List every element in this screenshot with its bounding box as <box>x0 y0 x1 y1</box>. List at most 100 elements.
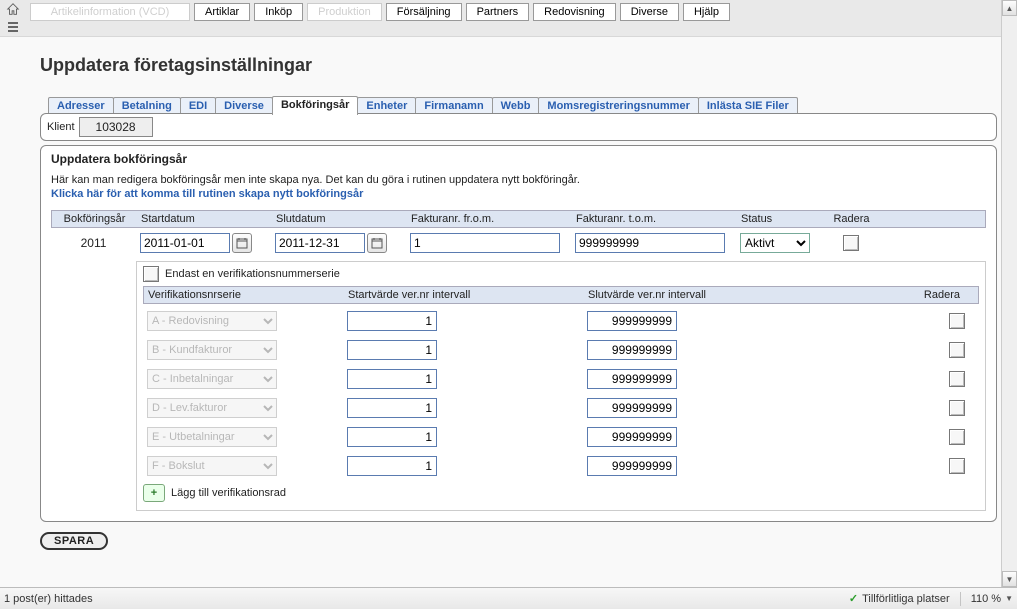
series-grid-header: Verifikationsnrserie Startvärde ver.nr i… <box>143 286 979 304</box>
col-invto: Fakturanr. t.o.m. <box>572 211 737 227</box>
add-series-icon[interactable]: + <box>143 484 165 502</box>
bokforingsar-panel: Uppdatera bokföringsår Här kan man redig… <box>40 145 997 522</box>
col-year: Bokföringsår <box>52 211 137 227</box>
series-start-input[interactable] <box>347 340 437 360</box>
tab-edi[interactable]: EDI <box>180 97 216 114</box>
menu-hjalp[interactable]: Hjälp <box>683 3 730 21</box>
status-zoom-label: 110 % <box>971 593 1001 605</box>
col-delete: Radera <box>819 211 884 227</box>
series-select: A - Redovisning <box>147 311 277 331</box>
status-trusted-sites[interactable]: ✓ Tillförlitliga platser <box>849 592 950 605</box>
series-start-input[interactable] <box>347 369 437 389</box>
series-start-input[interactable] <box>347 456 437 476</box>
series-row: D - Lev.fakturor <box>143 391 979 420</box>
scol-start: Startvärde ver.nr intervall <box>344 287 584 303</box>
delete-series-checkbox[interactable] <box>949 400 965 416</box>
tab-webb[interactable]: Webb <box>492 97 540 114</box>
scroll-up-icon[interactable]: ▲ <box>1002 0 1017 16</box>
col-status: Status <box>737 211 819 227</box>
tabstrip: Adresser Betalning EDI Diverse Bokföring… <box>40 96 997 114</box>
status-bar: 1 post(er) hittades ✓ Tillförlitliga pla… <box>0 587 1017 609</box>
series-select: E - Utbetalningar <box>147 427 277 447</box>
only-one-series-checkbox[interactable] <box>143 266 159 282</box>
menu-forsaljning[interactable]: Försäljning <box>386 3 462 21</box>
series-end-input[interactable] <box>587 398 677 418</box>
tab-sie[interactable]: Inlästa SIE Filer <box>698 97 798 114</box>
scroll-down-icon[interactable]: ▼ <box>1002 571 1017 587</box>
series-select: C - Inbetalningar <box>147 369 277 389</box>
tab-adresser[interactable]: Adresser <box>48 97 114 114</box>
top-toolbar: Artikelinformation (VCD) Artiklar Inköp … <box>0 0 1017 37</box>
enddate-calendar-icon[interactable] <box>367 233 387 253</box>
series-row: B - Kundfakturor <box>143 333 979 362</box>
invfrom-input[interactable] <box>410 233 560 253</box>
delete-series-checkbox[interactable] <box>949 313 965 329</box>
status-record-count: 1 post(er) hittades <box>4 593 93 605</box>
menu-produktion: Produktion <box>307 3 382 21</box>
tab-betalning[interactable]: Betalning <box>113 97 181 114</box>
vertical-scrollbar[interactable]: ▲ ▼ <box>1001 0 1017 587</box>
series-select: B - Kundfakturor <box>147 340 277 360</box>
series-row: C - Inbetalningar <box>143 362 979 391</box>
menu-artikelinformation: Artikelinformation (VCD) <box>30 3 190 21</box>
scol-end: Slutvärde ver.nr intervall <box>584 287 824 303</box>
scol-del: Radera <box>824 287 978 303</box>
series-select: F - Bokslut <box>147 456 277 476</box>
menu-inkop[interactable]: Inköp <box>254 3 303 21</box>
startdate-input[interactable] <box>140 233 230 253</box>
delete-series-checkbox[interactable] <box>949 342 965 358</box>
home-icon[interactable] <box>6 2 20 16</box>
col-end: Slutdatum <box>272 211 407 227</box>
klient-label: Klient <box>47 121 75 133</box>
menu-icon[interactable] <box>8 22 18 32</box>
create-new-year-link[interactable]: Klicka här för att komma till rutinen sk… <box>51 188 363 200</box>
tab-firmanamn[interactable]: Firmanamn <box>415 97 492 114</box>
menu-artiklar[interactable]: Artiklar <box>194 3 250 21</box>
series-select: D - Lev.fakturor <box>147 398 277 418</box>
only-one-series-label: Endast en verifikationsnummerserie <box>165 268 340 280</box>
series-row: E - Utbetalningar <box>143 420 979 449</box>
klient-value: 103028 <box>79 117 153 137</box>
col-invfrom: Fakturanr. fr.o.m. <box>407 211 572 227</box>
year-grid-header: Bokföringsår Startdatum Slutdatum Faktur… <box>51 210 986 228</box>
year-row: 2011 Aktivt <box>51 228 986 255</box>
year-value: 2011 <box>51 234 136 252</box>
scroll-track[interactable] <box>1002 16 1017 571</box>
col-start: Startdatum <box>137 211 272 227</box>
series-start-input[interactable] <box>347 311 437 331</box>
enddate-input[interactable] <box>275 233 365 253</box>
tab-momsreg[interactable]: Momsregistreringsnummer <box>538 97 698 114</box>
delete-series-checkbox[interactable] <box>949 429 965 445</box>
scol-serie: Verifikationsnrserie <box>144 287 344 303</box>
verification-series-panel: Endast en verifikationsnummerserie Verif… <box>136 261 986 511</box>
series-start-input[interactable] <box>347 398 437 418</box>
series-end-input[interactable] <box>587 427 677 447</box>
series-row: A - Redovisning <box>143 304 979 333</box>
add-series-label: Lägg till verifikationsrad <box>171 487 286 499</box>
invto-input[interactable] <box>575 233 725 253</box>
delete-series-checkbox[interactable] <box>949 371 965 387</box>
help-text: Här kan man redigera bokföringsår men in… <box>51 174 986 186</box>
save-button[interactable]: SPARA <box>40 532 108 550</box>
tab-diverse[interactable]: Diverse <box>215 97 273 114</box>
menu-redovisning[interactable]: Redovisning <box>533 3 616 21</box>
startdate-calendar-icon[interactable] <box>232 233 252 253</box>
section-title: Uppdatera bokföringsår <box>51 152 986 166</box>
klient-panel: Klient 103028 <box>40 113 997 141</box>
status-separator <box>960 592 961 606</box>
tab-bokforingsar[interactable]: Bokföringsår <box>272 96 358 115</box>
series-end-input[interactable] <box>587 340 677 360</box>
series-end-input[interactable] <box>587 456 677 476</box>
status-zoom[interactable]: 110 % ▼ <box>971 593 1013 605</box>
status-select[interactable]: Aktivt <box>740 233 810 253</box>
menu-partners[interactable]: Partners <box>466 3 530 21</box>
delete-year-checkbox[interactable] <box>843 235 859 251</box>
menu-diverse[interactable]: Diverse <box>620 3 679 21</box>
series-end-input[interactable] <box>587 369 677 389</box>
delete-series-checkbox[interactable] <box>949 458 965 474</box>
page-title: Uppdatera företagsinställningar <box>40 55 997 76</box>
tab-enheter[interactable]: Enheter <box>357 97 416 114</box>
status-trusted-label: Tillförlitliga platser <box>862 593 950 605</box>
series-start-input[interactable] <box>347 427 437 447</box>
series-end-input[interactable] <box>587 311 677 331</box>
